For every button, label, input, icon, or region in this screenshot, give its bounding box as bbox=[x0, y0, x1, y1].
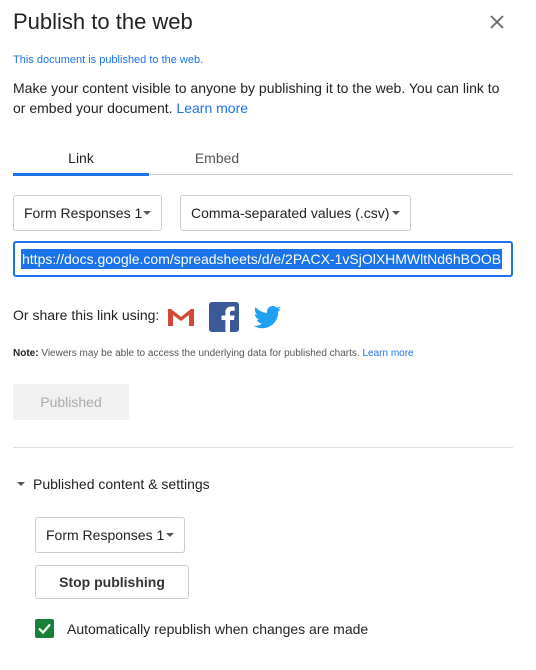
gmail-icon bbox=[168, 309, 194, 326]
chevron-down-icon bbox=[17, 482, 25, 487]
note-learn-more-link[interactable]: Learn more bbox=[362, 348, 413, 359]
tab-link[interactable]: Link bbox=[13, 148, 149, 174]
twitter-icon bbox=[253, 306, 281, 329]
active-tab-indicator bbox=[13, 173, 149, 176]
stop-publishing-button[interactable]: Stop publishing bbox=[35, 565, 189, 599]
auto-republish-label: Automatically republish when changes are… bbox=[67, 621, 369, 637]
learn-more-link[interactable]: Learn more bbox=[176, 100, 248, 116]
sheet-select-value: Form Responses 1 bbox=[24, 205, 143, 221]
description: Make your content visible to anyone by p… bbox=[13, 78, 513, 118]
share-twitter-button[interactable] bbox=[251, 301, 283, 333]
publish-status: This document is published to the web. bbox=[13, 54, 204, 66]
auto-republish-checkbox[interactable] bbox=[35, 619, 54, 638]
settings-sheet-select[interactable]: Form Responses 1 bbox=[35, 517, 185, 553]
published-button[interactable]: Published bbox=[13, 384, 129, 420]
share-label: Or share this link using: bbox=[13, 307, 160, 323]
settings-sheet-select-value: Form Responses 1 bbox=[46, 527, 165, 543]
format-select-value: Comma-separated values (.csv) bbox=[191, 205, 390, 221]
sheet-select[interactable]: Form Responses 1 bbox=[13, 195, 162, 231]
description-text: Make your content visible to anyone by p… bbox=[13, 80, 500, 116]
note-text: Viewers may be able to access the underl… bbox=[41, 348, 360, 359]
tab-embed-label: Embed bbox=[194, 150, 240, 166]
note: Note: Viewers may be able to access the … bbox=[13, 348, 414, 359]
publish-url-text: https://docs.google.com/spreadsheets/d/e… bbox=[21, 249, 503, 269]
note-label: Note: bbox=[13, 348, 39, 359]
divider bbox=[13, 447, 513, 448]
chevron-down-icon bbox=[143, 211, 151, 215]
chevron-down-icon bbox=[392, 211, 400, 215]
checkmark-icon bbox=[38, 623, 51, 635]
share-facebook-button[interactable] bbox=[208, 301, 240, 333]
facebook-icon bbox=[209, 302, 239, 332]
tab-bar: Link Embed bbox=[13, 148, 513, 176]
close-button[interactable] bbox=[486, 11, 508, 33]
publish-url-field[interactable]: https://docs.google.com/spreadsheets/d/e… bbox=[13, 241, 513, 277]
share-gmail-button[interactable] bbox=[165, 301, 197, 333]
close-icon bbox=[490, 15, 504, 29]
format-select[interactable]: Comma-separated values (.csv) bbox=[180, 195, 411, 231]
chevron-down-icon bbox=[166, 533, 174, 537]
published-settings-label: Published content & settings bbox=[33, 476, 210, 492]
dialog-title: Publish to the web bbox=[13, 9, 193, 34]
tab-embed[interactable]: Embed bbox=[149, 148, 285, 174]
tab-link-label: Link bbox=[68, 150, 94, 166]
published-settings-toggle[interactable]: Published content & settings bbox=[17, 476, 210, 492]
